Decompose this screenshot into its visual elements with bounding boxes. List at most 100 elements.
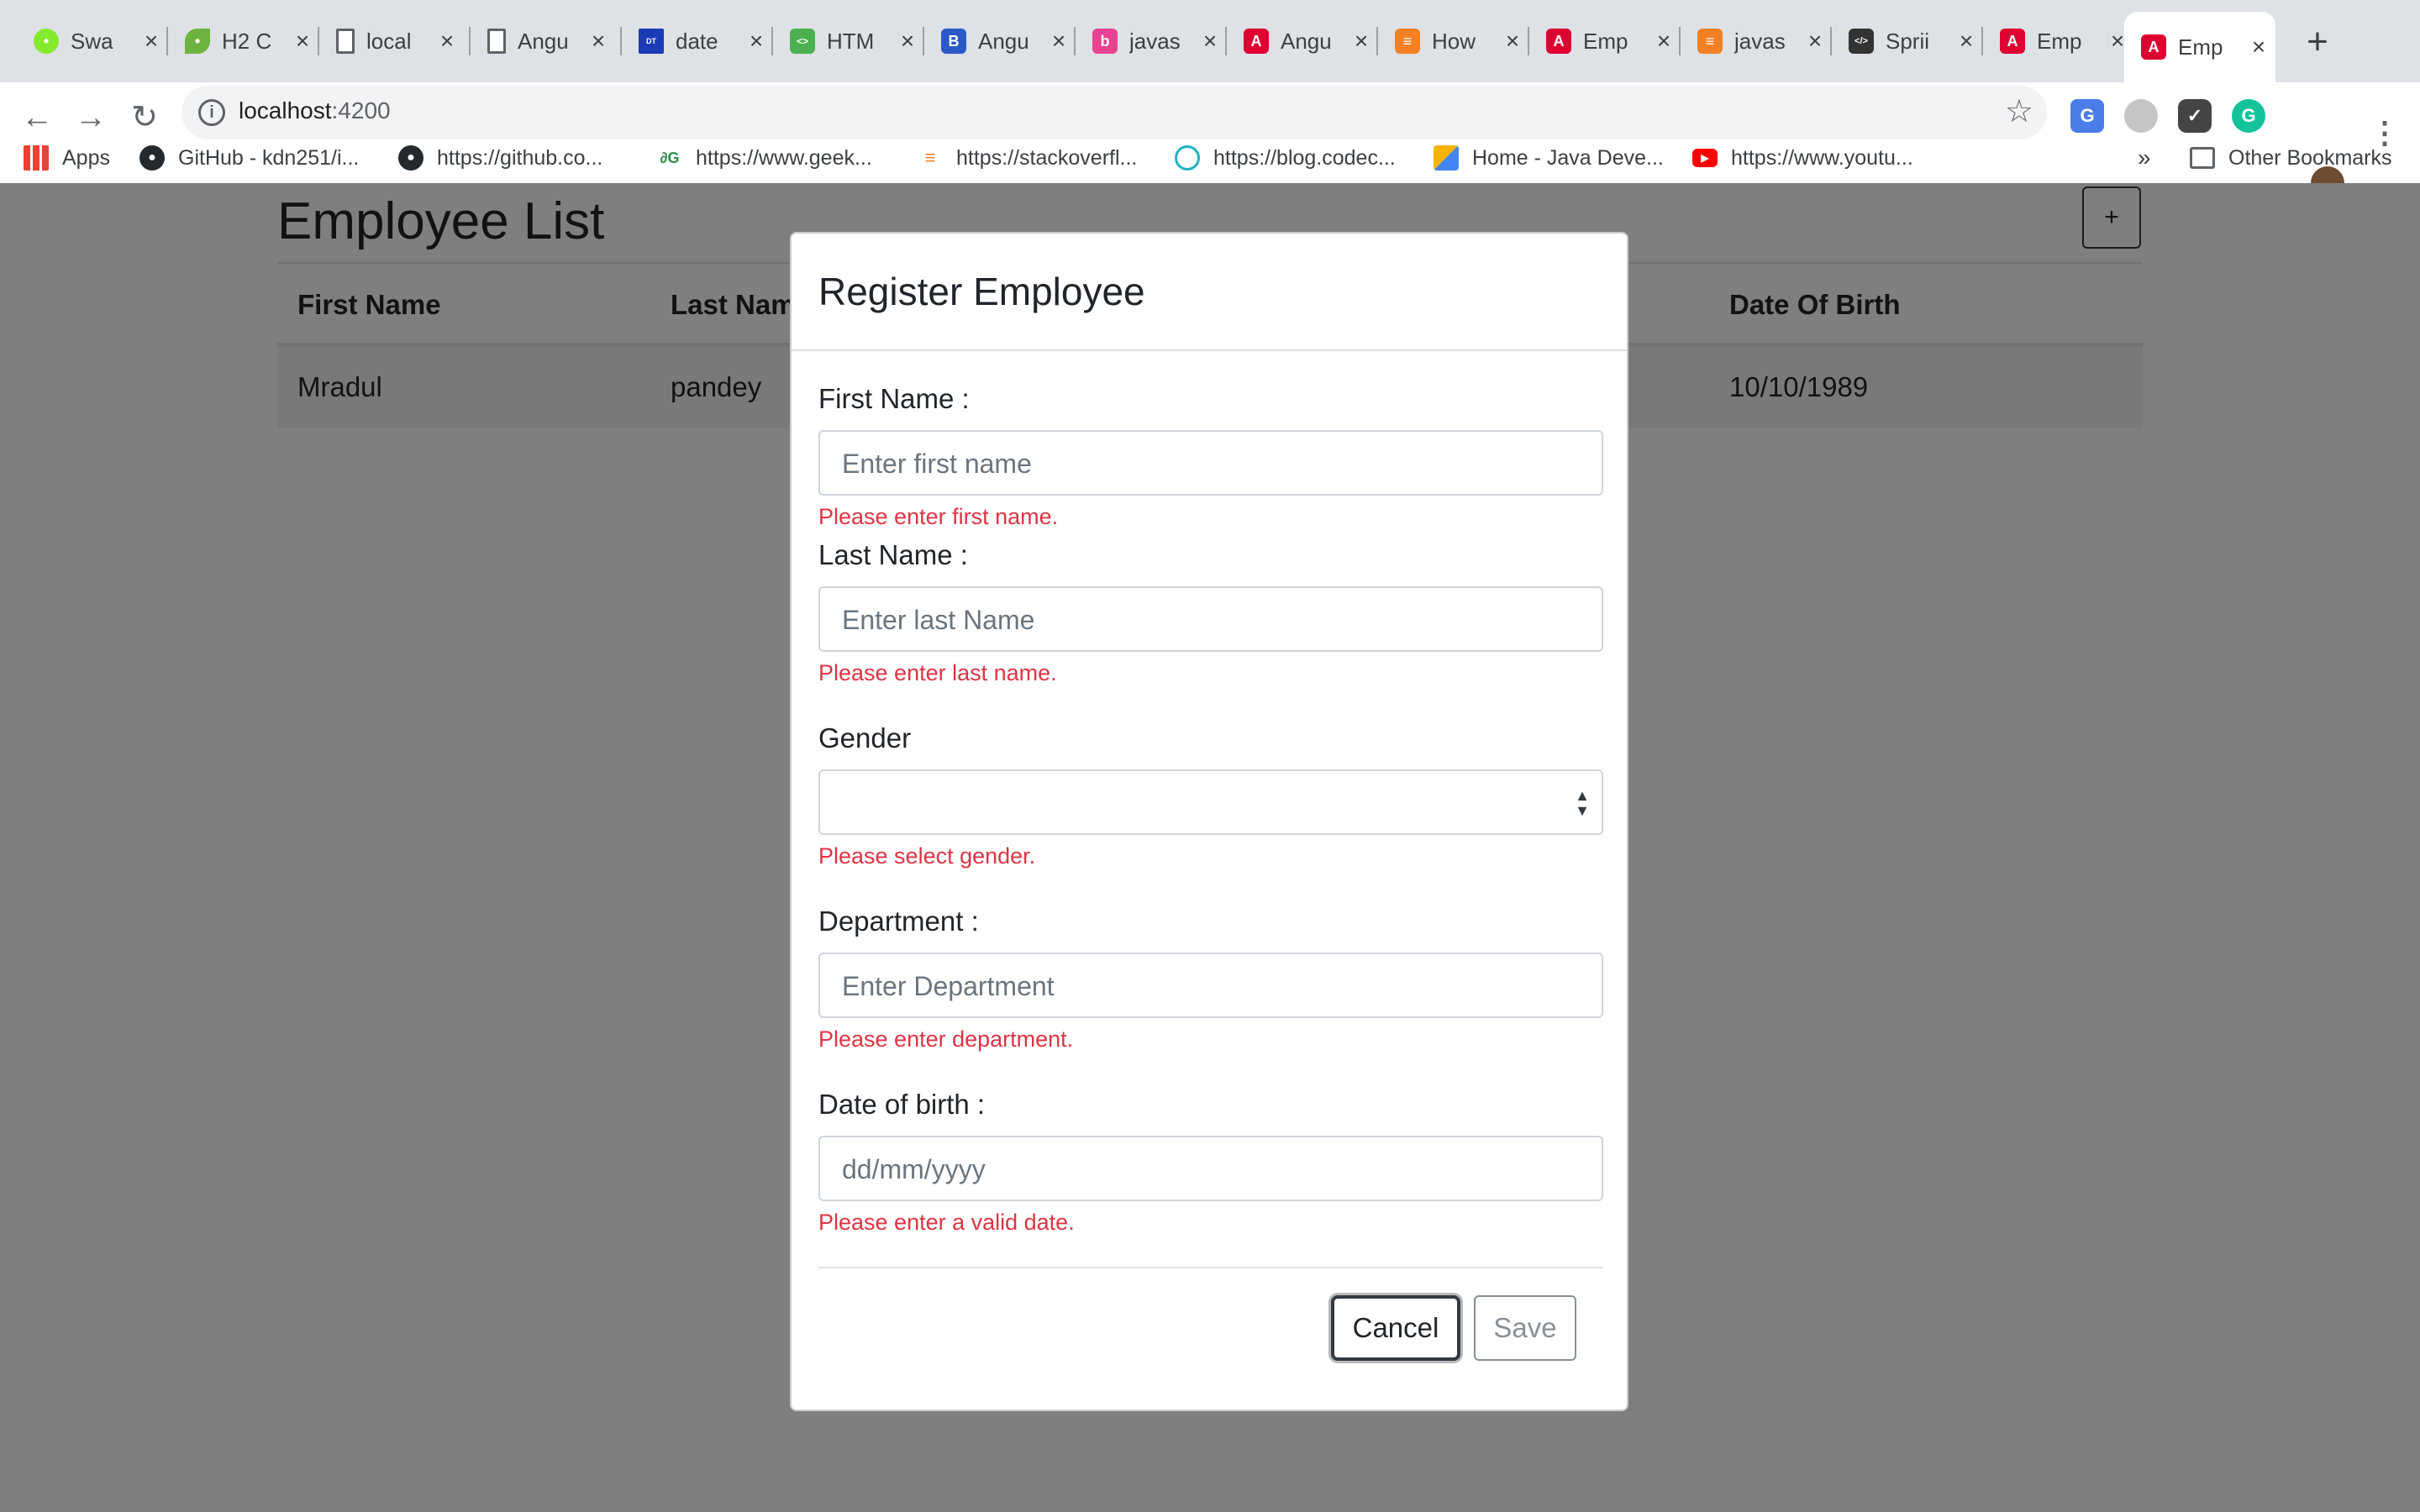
- address-bar[interactable]: i localhost:4200 ☆: [182, 86, 2047, 139]
- reload-icon[interactable]: ↻: [124, 97, 165, 138]
- select-arrows-icon: ▲ ▼: [1575, 787, 1590, 819]
- date-of-birth-input[interactable]: dd/mm/yyyy: [818, 1136, 1603, 1201]
- last-name-error: Please enter last name.: [818, 660, 1057, 685]
- close-icon[interactable]: ×: [2249, 34, 2269, 60]
- browser-tab[interactable]: • Swa ×: [17, 15, 168, 67]
- pocket-icon[interactable]: ✓: [2178, 99, 2212, 133]
- bookmark-label: https://blog.codec...: [1213, 145, 1396, 170]
- department-placeholder: Enter Department: [842, 971, 1055, 1001]
- bookmark-item[interactable]: ▶ https://www.youtu...: [1692, 143, 1913, 173]
- bookmark-item[interactable]: ● GitHub - kdn251/i...: [139, 143, 359, 173]
- close-icon[interactable]: ×: [588, 28, 608, 55]
- browser-tab[interactable]: ≡ javas ×: [1681, 15, 1832, 67]
- tab-title: Sprii: [1886, 28, 1930, 54]
- first-name-input[interactable]: Enter first name: [818, 430, 1603, 496]
- bookmark-label: https://www.geek...: [696, 145, 872, 170]
- close-icon[interactable]: ×: [437, 28, 457, 55]
- close-icon[interactable]: ×: [1351, 28, 1371, 55]
- close-icon[interactable]: ×: [897, 28, 918, 55]
- bookmark-item[interactable]: Apps: [24, 143, 110, 173]
- swagger-icon: •: [34, 29, 59, 54]
- bookmark-item[interactable]: ≡ https://stackoverfl...: [918, 143, 1137, 173]
- bookmark-label: GitHub - kdn251/i...: [178, 145, 360, 170]
- java-dev-icon: [1434, 145, 1459, 171]
- bookmark-label: https://github.co...: [437, 145, 603, 170]
- spring-leaf-icon: •: [185, 29, 210, 54]
- tab-title: Angu: [1281, 28, 1332, 54]
- browser-tab[interactable]: • H2 C ×: [168, 15, 319, 67]
- forward-icon[interactable]: →: [71, 97, 111, 138]
- bit-icon: b: [1092, 29, 1118, 54]
- browser-tab[interactable]: A Emp ×: [1983, 15, 2134, 67]
- browser-tab[interactable]: Angu ×: [471, 15, 622, 67]
- tab-title: date: [676, 28, 718, 54]
- gender-label: Gender: [818, 722, 912, 753]
- last-name-input[interactable]: Enter last Name: [818, 586, 1603, 652]
- new-tab-button[interactable]: +: [2296, 20, 2339, 64]
- browser-tab[interactable]: ≡ How ×: [1378, 15, 1529, 67]
- last-name-label: Last Name :: [818, 539, 968, 570]
- close-icon[interactable]: ×: [141, 28, 161, 55]
- github-icon: ●: [398, 145, 424, 171]
- close-icon[interactable]: ×: [746, 28, 766, 55]
- browser-tab[interactable]: b javas ×: [1076, 15, 1227, 67]
- modal-footer-divider: [818, 1267, 1603, 1268]
- back-icon[interactable]: ←: [17, 97, 57, 138]
- codecentric-icon: [1175, 145, 1200, 171]
- close-icon[interactable]: ×: [1956, 28, 1976, 55]
- browser-tab[interactable]: A Emp ×: [1529, 15, 1681, 67]
- star-icon[interactable]: ☆: [2005, 92, 2033, 130]
- code-icon: </>: [1849, 29, 1874, 54]
- browser-tab[interactable]: DT date ×: [622, 15, 773, 67]
- bookmarks-overflow-button[interactable]: »: [2138, 143, 2151, 173]
- tab-strip: • Swa × • H2 C × local × Angu × DT date …: [0, 0, 2420, 82]
- browser-tab[interactable]: B Angu ×: [924, 15, 1076, 67]
- close-icon[interactable]: ×: [1200, 28, 1220, 55]
- cancel-button[interactable]: Cancel: [1331, 1295, 1460, 1361]
- department-input[interactable]: Enter Department: [818, 953, 1603, 1018]
- angular-icon: A: [1546, 29, 1571, 54]
- bookmark-label: https://stackoverfl...: [956, 145, 1138, 170]
- bookmark-item[interactable]: Home - Java Deve...: [1434, 143, 1664, 173]
- other-bookmarks-folder[interactable]: Other Bookmarks: [2190, 143, 2392, 173]
- close-icon[interactable]: ×: [1049, 28, 1069, 55]
- overflow-chevron-icon: »: [2138, 144, 2151, 171]
- geeksforgeeks-icon: ∂G: [657, 145, 682, 171]
- url-port: :4200: [331, 97, 391, 123]
- gender-select[interactable]: ▲ ▼: [818, 769, 1603, 835]
- bookmark-item[interactable]: https://blog.codec...: [1175, 143, 1396, 173]
- translate-icon[interactable]: G: [2070, 99, 2104, 133]
- page-icon: [336, 29, 355, 54]
- browser-tab[interactable]: <> HTM ×: [773, 15, 924, 67]
- page-icon: [487, 29, 506, 54]
- browser-tab[interactable]: A Angu ×: [1227, 15, 1378, 67]
- close-icon[interactable]: ×: [1805, 28, 1825, 55]
- tab-title: Swa: [71, 28, 113, 54]
- save-button[interactable]: Save: [1474, 1295, 1576, 1361]
- browser-tab-active[interactable]: A Emp ×: [2124, 12, 2275, 82]
- date-of-birth-error: Please enter a valid date.: [818, 1210, 1075, 1235]
- tab-title: Angu: [978, 28, 1029, 54]
- browser-tab[interactable]: local ×: [319, 15, 471, 67]
- first-name-placeholder: Enter first name: [842, 449, 1032, 479]
- url-text[interactable]: localhost:4200: [239, 97, 391, 124]
- apps-grid-icon: [24, 145, 49, 171]
- grammarly-icon[interactable]: G: [2232, 99, 2265, 133]
- extension-icon[interactable]: [2124, 99, 2158, 133]
- bookmark-label: Apps: [62, 145, 110, 170]
- info-icon[interactable]: i: [198, 99, 225, 126]
- register-employee-modal: Register Employee First Name : Enter fir…: [790, 232, 1628, 1411]
- bookmark-item[interactable]: ● https://github.co...: [398, 143, 602, 173]
- tab-title: HTM: [827, 28, 875, 54]
- gender-error: Please select gender.: [818, 843, 1036, 869]
- stackoverflow-icon: ≡: [918, 145, 943, 171]
- close-icon[interactable]: ×: [1502, 28, 1523, 55]
- other-bookmarks-label: Other Bookmarks: [2228, 145, 2392, 170]
- close-icon[interactable]: ×: [292, 28, 313, 55]
- close-icon[interactable]: ×: [1654, 28, 1674, 55]
- bookmark-item[interactable]: ∂G https://www.geek...: [657, 143, 872, 173]
- browser-tab[interactable]: </> Sprii ×: [1832, 15, 1983, 67]
- first-name-error: Please enter first name.: [818, 504, 1059, 529]
- url-host: localhost: [239, 97, 332, 123]
- bootstrap-icon: B: [941, 29, 966, 54]
